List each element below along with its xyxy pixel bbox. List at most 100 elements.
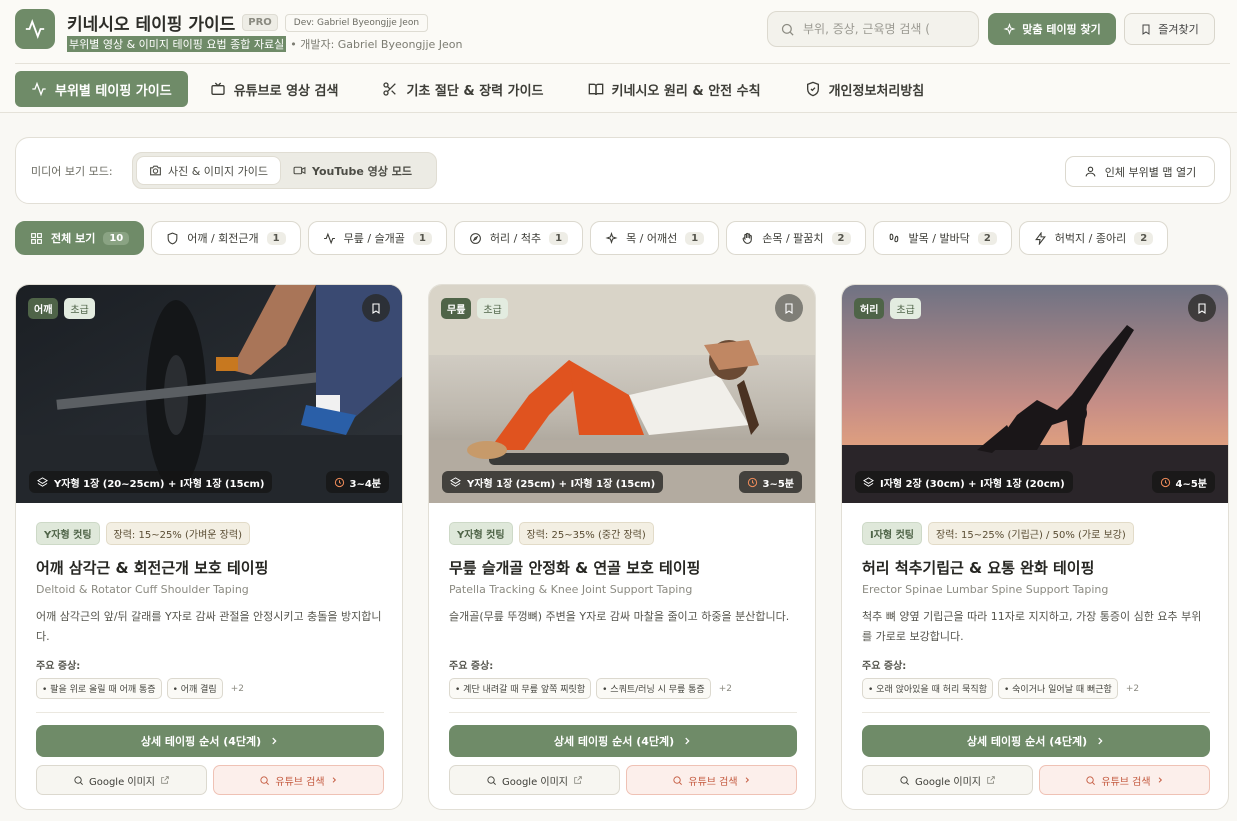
developer-credit: • 개발자: Gabriel Byeongjje Jeon — [290, 38, 463, 51]
body-map-button[interactable]: 인체 부위별 맵 열기 — [1065, 156, 1215, 187]
filter-all[interactable]: 전체 보기 10 — [15, 221, 145, 255]
youtube-search-button[interactable]: 유튜브 검색 — [626, 765, 797, 795]
filter-label: 손목 / 팔꿈치 — [762, 232, 824, 245]
chevron-right-icon — [272, 737, 277, 745]
tab-cutting-guide[interactable]: 기초 절단 & 장력 가이드 — [360, 71, 565, 107]
search-icon — [74, 775, 83, 785]
symptom-tag: • 숙이거나 일어날 때 뻐근함 — [997, 678, 1118, 699]
card-title: 어깨 삼각근 & 회전근개 보호 테이핑 — [36, 559, 269, 577]
card-description: 어깨 삼각근의 앞/뒤 갈래를 Y자로 감싸 관절을 안정시키고 충돌을 방지합… — [36, 610, 382, 643]
sparkles-icon — [1003, 22, 1016, 35]
symptoms-label: 주요 증상: — [36, 661, 81, 672]
tension-tag: 장력: 25~35% (중간 장력) — [518, 522, 654, 545]
google-image-button[interactable]: Google 이미지 — [36, 765, 207, 795]
duration-text: 4~5분 — [1175, 478, 1208, 490]
tab-label: 부위별 테이핑 가이드 — [55, 83, 172, 99]
filter-label: 허벅지 / 종아리 — [1054, 232, 1127, 245]
sparkles-icon — [605, 231, 618, 244]
filter-count: 1 — [412, 231, 432, 245]
external-link-icon — [161, 776, 169, 784]
detail-steps-button[interactable]: 상세 테이핑 순서 (4단계) — [449, 725, 797, 757]
filter-label: 발목 / 발바닥 — [908, 232, 970, 245]
zap-icon — [1034, 231, 1046, 245]
filter-label: 무릎 / 슬개골 — [343, 232, 405, 245]
search-icon — [673, 775, 683, 785]
taping-card-knee: 무릎 초급 Y자형 1장 (25cm) + I자형 1장 (15cm) 3~5분… — [428, 284, 816, 810]
youtube-search-label: 유튜브 검색 — [1101, 776, 1151, 788]
bookmark-button[interactable] — [1188, 294, 1216, 322]
youtube-search-button[interactable]: 유튜브 검색 — [1039, 765, 1210, 795]
filter-wrist[interactable]: 손목 / 팔꿈치 2 — [726, 221, 866, 255]
search-icon — [781, 23, 794, 36]
filter-knee[interactable]: 무릎 / 슬개골 1 — [307, 221, 447, 255]
youtube-search-button[interactable]: 유튜브 검색 — [213, 765, 384, 795]
area-badge: 어깨 — [28, 298, 59, 319]
hand-icon — [742, 232, 753, 244]
google-image-button[interactable]: Google 이미지 — [862, 765, 1033, 795]
card-title: 무릎 슬개골 안정화 & 연골 보호 테이핑 — [449, 559, 701, 577]
detail-steps-button[interactable]: 상세 테이핑 순서 (4단계) — [862, 725, 1210, 757]
clock-icon — [1160, 477, 1170, 487]
clock-icon — [334, 477, 344, 487]
filter-back[interactable]: 허리 / 척추 1 — [453, 221, 584, 255]
favorites-button[interactable]: 즐겨찾기 — [1124, 13, 1215, 45]
tab-label: 기초 절단 & 장력 가이드 — [406, 83, 544, 99]
activity-icon — [25, 19, 45, 39]
filter-ankle[interactable]: 발목 / 발바닥 2 — [872, 221, 1012, 255]
layers-icon — [37, 476, 48, 487]
developer-badge: Dev: Gabriel Byeongjje Jeon — [284, 13, 429, 32]
duration-pill: 4~5분 — [1151, 471, 1215, 493]
search-icon — [260, 775, 270, 785]
tape-spec-pill: I자형 2장 (30cm) + I자형 1장 (20cm) — [855, 471, 1073, 493]
tab-privacy[interactable]: 개인정보처리방침 — [783, 71, 947, 107]
compass-icon — [469, 232, 481, 244]
find-taping-button[interactable]: 맞춤 테이핑 찾기 — [988, 13, 1116, 45]
filter-chips: 전체 보기 10 어깨 / 회전근개 1 무릎 / 슬개골 1 허리 / 척추 … — [15, 221, 1169, 255]
filter-shoulder[interactable]: 어깨 / 회전근개 1 — [151, 221, 301, 255]
filter-count: 2 — [977, 231, 997, 245]
header-divider — [15, 63, 1230, 64]
media-mode-panel: 미디어 보기 모드: 사진 & 이미지 가이드 YouTube 영상 모드 인체… — [15, 137, 1231, 204]
grid-icon — [31, 232, 42, 244]
bookmark-button[interactable] — [775, 294, 803, 322]
tension-tag: 장력: 15~25% (기립근) / 50% (가로 보강) — [928, 522, 1134, 545]
chevron-right-icon — [1158, 777, 1162, 783]
tab-youtube-search[interactable]: 유튜브로 영상 검색 — [188, 71, 361, 107]
favorites-label: 즐겨찾기 — [1158, 23, 1199, 36]
symptom-tag: • 어깨 결림 — [166, 678, 223, 699]
google-image-label: Google 이미지 — [914, 776, 982, 788]
tab-principles[interactable]: 키네시오 원리 & 안전 수칙 — [566, 71, 783, 107]
book-icon — [588, 83, 603, 96]
bookmark-button[interactable] — [362, 294, 390, 322]
external-link-icon — [987, 776, 995, 784]
google-image-button[interactable]: Google 이미지 — [449, 765, 620, 795]
cut-type-tag: I자형 컷팅 — [862, 522, 923, 545]
tape-spec-text: Y자형 1장 (20~25cm) + I자형 1장 (15cm) — [54, 478, 265, 490]
clock-icon — [747, 477, 757, 487]
shield-icon — [806, 81, 819, 97]
search-icon — [900, 775, 909, 785]
detail-steps-button[interactable]: 상세 테이핑 순서 (4단계) — [36, 725, 384, 757]
card-divider — [36, 712, 384, 713]
card-title: 허리 척추기립근 & 요통 완화 테이핑 — [862, 559, 1095, 577]
video-icon — [293, 166, 306, 175]
filter-count: 10 — [103, 231, 130, 245]
photo-mode-label: 사진 & 이미지 가이드 — [168, 164, 269, 178]
chevron-right-icon — [745, 777, 749, 783]
detail-steps-label: 상세 테이핑 순서 (4단계) — [140, 735, 262, 748]
duration-pill: 3~5분 — [738, 471, 802, 493]
photo-mode-button[interactable]: 사진 & 이미지 가이드 — [136, 156, 282, 185]
body-map-label: 인체 부위별 맵 열기 — [1104, 165, 1197, 179]
tape-spec-text: I자형 2장 (30cm) + I자형 1장 (20cm) — [880, 478, 1065, 490]
taping-card-shoulder: 어깨 초급 Y자형 1장 (20~25cm) + I자형 1장 (15cm) 3… — [15, 284, 403, 810]
search-input[interactable] — [803, 22, 963, 36]
filter-thigh[interactable]: 허벅지 / 종아리 2 — [1018, 221, 1169, 255]
detail-steps-label: 상세 테이핑 순서 (4단계) — [966, 735, 1088, 748]
search-box[interactable] — [767, 11, 979, 47]
bookmark-icon — [1198, 302, 1206, 314]
video-mode-button[interactable]: YouTube 영상 모드 — [281, 156, 424, 185]
level-badge: 초급 — [477, 298, 508, 319]
cut-type-tag: Y자형 컷팅 — [449, 522, 513, 545]
filter-neck[interactable]: 목 / 어깨선 1 — [590, 221, 720, 255]
tab-body-part-guide[interactable]: 부위별 테이핑 가이드 — [15, 71, 188, 107]
